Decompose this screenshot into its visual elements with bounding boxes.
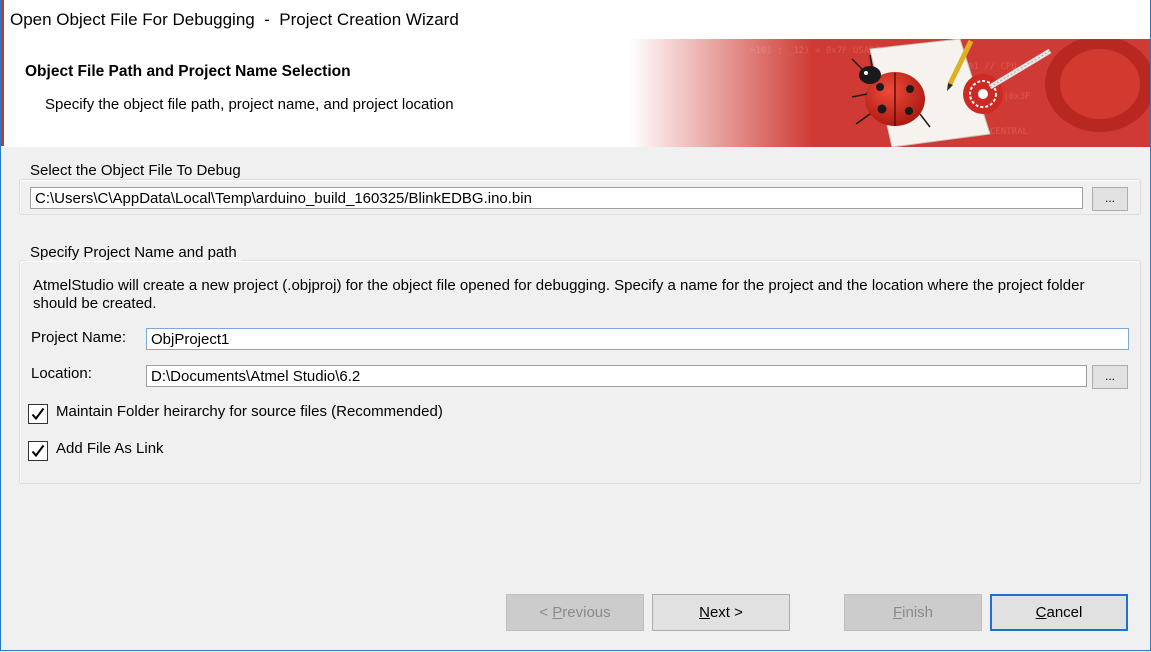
accent-stripe xyxy=(1,0,4,146)
finish-mnemonic: F xyxy=(892,604,903,621)
check-mark-icon xyxy=(31,407,45,421)
finish-rest: inish xyxy=(902,604,934,621)
previous-mnemonic: P xyxy=(552,604,563,621)
maintain-hierarchy-checkbox[interactable] xyxy=(28,404,48,424)
next-button[interactable]: Next > xyxy=(652,594,790,631)
add-file-as-link-checkbox[interactable] xyxy=(28,441,48,461)
maintain-hierarchy-label[interactable]: Maintain Folder heirarchy for source fil… xyxy=(56,403,443,420)
project-name-label: Project Name: xyxy=(31,329,127,346)
location-label: Location: xyxy=(31,365,92,382)
ladybug-banner-icon: =10] ; _12) = 0x7F USART 0101 1101 // CP… xyxy=(630,39,1150,147)
project-description: AtmelStudio will create a new project (.… xyxy=(33,277,1085,312)
object-file-path-input[interactable]: C:\Users\C\AppData\Local\Temp\arduino_bu… xyxy=(30,187,1083,209)
object-file-group-legend: Select the Object File To Debug xyxy=(26,162,245,179)
cancel-button[interactable]: Cancel xyxy=(990,594,1128,631)
page-subheading: Specify the object file path, project na… xyxy=(45,96,454,113)
add-file-as-link-label[interactable]: Add File As Link xyxy=(56,440,164,457)
location-browse-button[interactable]: ... xyxy=(1092,365,1128,389)
cancel-rest: ancel xyxy=(1046,604,1083,621)
next-mnemonic: N xyxy=(699,604,710,621)
previous-button[interactable]: < Previous xyxy=(506,594,644,631)
wizard-window: Open Object File For Debugging - Project… xyxy=(0,0,1151,651)
window-title: Open Object File For Debugging - Project… xyxy=(10,10,459,29)
wizard-header: =10] ; _12) = 0x7F USART 0101 1101 // CP… xyxy=(1,39,1150,147)
cancel-mnemonic: C xyxy=(1035,604,1047,621)
project-name-input[interactable]: ObjProject1 xyxy=(146,328,1129,350)
finish-button[interactable]: Finish xyxy=(844,594,982,631)
location-input[interactable]: D:\Documents\Atmel Studio\6.2 xyxy=(146,365,1087,387)
title-bar[interactable]: Open Object File For Debugging - Project… xyxy=(1,0,1150,39)
next-rest: ext > xyxy=(709,604,743,621)
previous-prefix: < xyxy=(539,604,553,621)
check-mark-icon xyxy=(31,444,45,458)
object-file-browse-button[interactable]: ... xyxy=(1092,187,1128,211)
previous-rest: revious xyxy=(562,604,611,621)
project-group-legend: Specify Project Name and path xyxy=(26,244,241,261)
page-heading: Object File Path and Project Name Select… xyxy=(25,63,351,80)
